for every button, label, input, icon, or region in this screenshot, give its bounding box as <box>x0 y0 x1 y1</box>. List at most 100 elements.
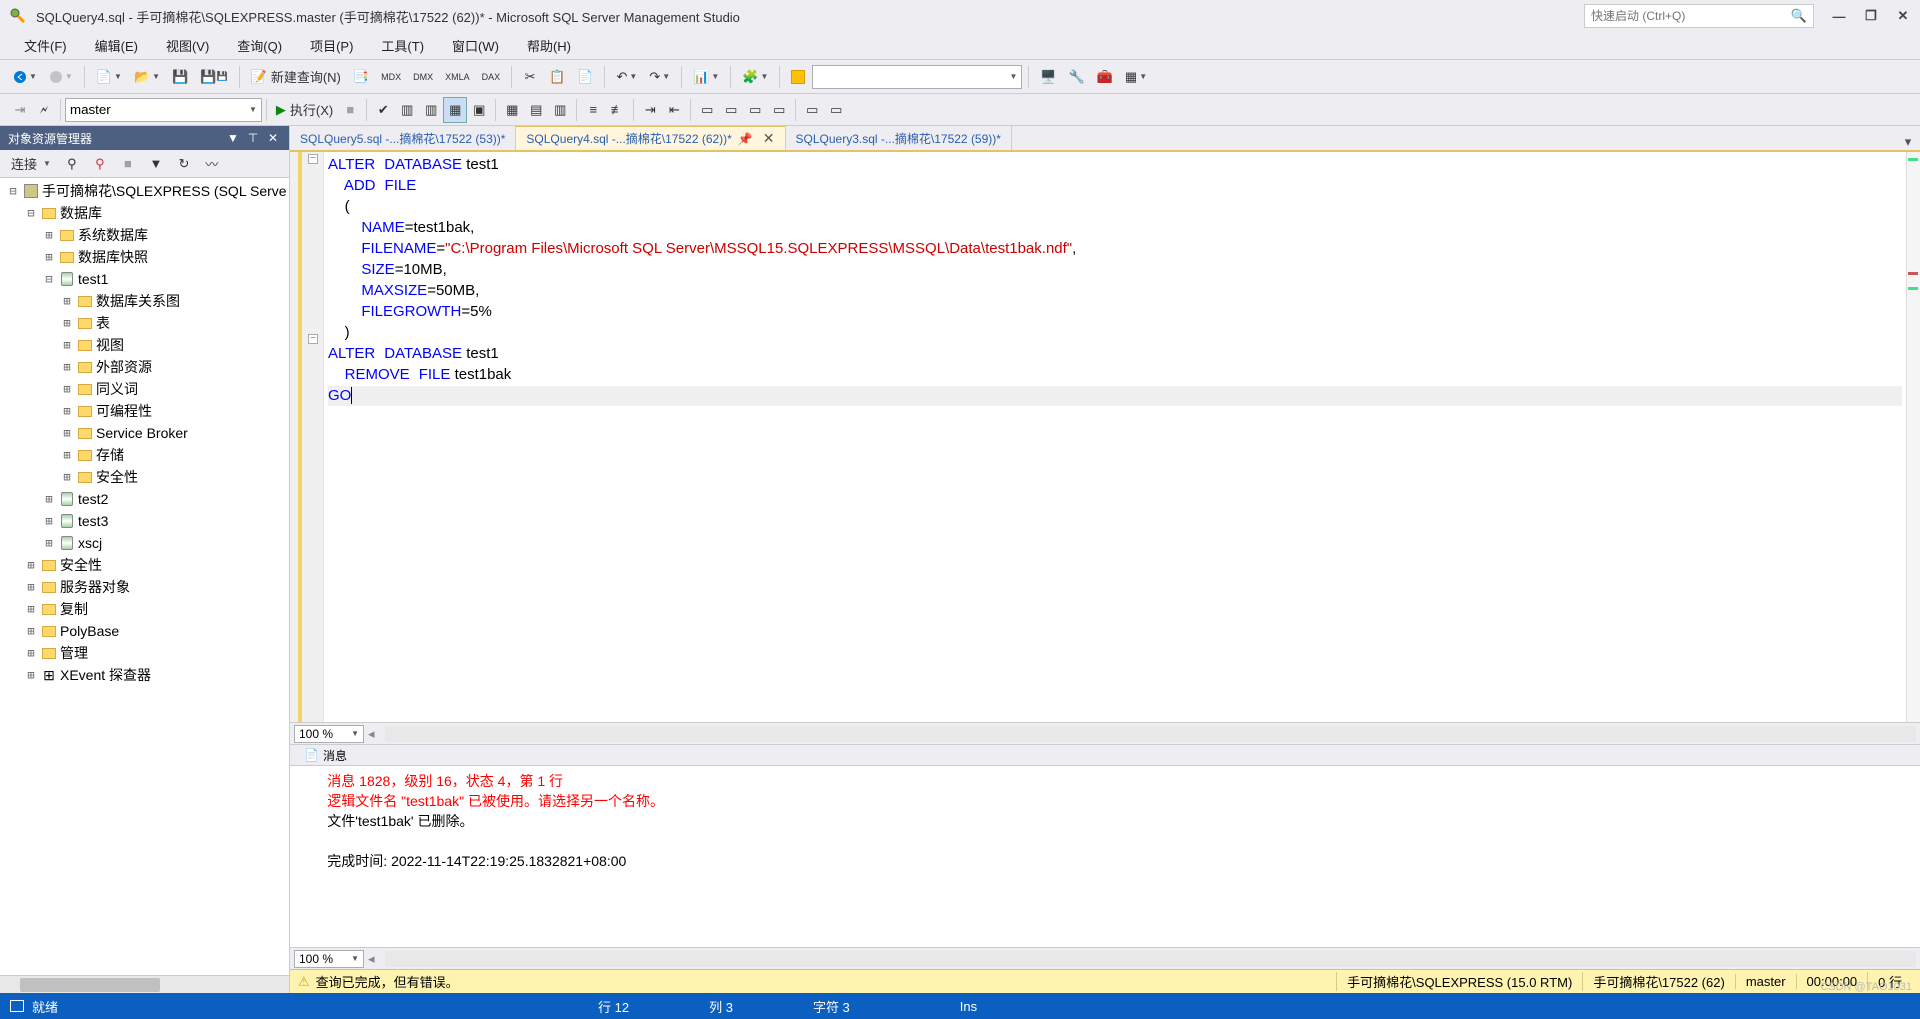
dmx-icon[interactable]: DMX <box>408 64 438 90</box>
plan2-button[interactable]: ▥ <box>419 97 443 123</box>
check-button[interactable]: ✔ <box>371 97 395 123</box>
close-button[interactable]: ✕ <box>1894 7 1912 25</box>
refresh-icon[interactable]: ↻ <box>172 151 196 177</box>
expand-icon[interactable]: ⊞ <box>42 514 56 528</box>
tree-node[interactable]: ⊞⊞XEvent 探查器 <box>0 664 289 686</box>
plan1-button[interactable]: ▥ <box>395 97 419 123</box>
code-editor[interactable]: − − ALTER DATABASE test1 ADD FILE ( NAME… <box>290 152 1920 722</box>
result-text-button[interactable]: ▤ <box>524 97 548 123</box>
props-button[interactable]: 📊▼ <box>688 64 724 90</box>
expand-icon[interactable]: ⊞ <box>42 492 56 506</box>
expand-icon[interactable]: ⊞ <box>60 316 74 330</box>
tbx2-button[interactable]: ▭ <box>719 97 743 123</box>
tbx6-button[interactable]: ▭ <box>824 97 848 123</box>
tbx4-button[interactable]: ▭ <box>767 97 791 123</box>
tree-node[interactable]: ⊟test1 <box>0 268 289 290</box>
tree-node[interactable]: ⊞视图 <box>0 334 289 356</box>
tree-node[interactable]: ⊞test3 <box>0 510 289 532</box>
tabs-overflow-icon[interactable]: ▾ <box>1896 134 1920 150</box>
editor-hscroll[interactable] <box>385 726 1916 742</box>
overview-ruler[interactable] <box>1906 152 1920 722</box>
new-button[interactable]: 📄▼ <box>91 64 127 90</box>
expand-icon[interactable]: ⊟ <box>6 184 20 198</box>
conn-icon3[interactable]: ■ <box>116 151 140 177</box>
filter-icon[interactable]: ▼ <box>144 151 168 177</box>
tab-close-icon[interactable]: ✕ <box>763 130 775 147</box>
quick-launch-input[interactable] <box>1591 9 1791 23</box>
monitor-button[interactable]: 🖥️ <box>1035 64 1061 90</box>
stop-button[interactable]: ■ <box>338 97 362 123</box>
target-button[interactable] <box>786 64 810 90</box>
tree-node[interactable]: ⊞复制 <box>0 598 289 620</box>
execute-button[interactable]: ▶ 执行(X) <box>271 97 338 123</box>
expand-icon[interactable]: ⊞ <box>60 448 74 462</box>
expand-icon[interactable]: ⊞ <box>60 294 74 308</box>
tree-node[interactable]: ⊞外部资源 <box>0 356 289 378</box>
menu-tools[interactable]: 工具(T) <box>369 33 436 58</box>
tree-node[interactable]: ⊞可编程性 <box>0 400 289 422</box>
result-grid-button[interactable]: ▦ <box>500 97 524 123</box>
tree-node[interactable]: ⊞表 <box>0 312 289 334</box>
tree-node[interactable]: ⊞数据库关系图 <box>0 290 289 312</box>
expand-icon[interactable]: ⊟ <box>24 206 38 220</box>
expand-icon[interactable]: ⊞ <box>24 668 38 682</box>
tree-node[interactable]: ⊞数据库快照 <box>0 246 289 268</box>
open-button[interactable]: 📂▼ <box>129 64 165 90</box>
sql-icon[interactable]: 🗲 <box>32 97 56 123</box>
tbx1-button[interactable]: ▭ <box>695 97 719 123</box>
dax-icon[interactable]: DAX <box>477 64 506 90</box>
comment-button[interactable]: ≡ <box>581 97 605 123</box>
save-all-button[interactable]: 💾💾 <box>195 64 232 90</box>
target-combo[interactable]: ▼ <box>812 65 1022 89</box>
tree-node[interactable]: ⊞安全性 <box>0 554 289 576</box>
expand-icon[interactable]: ⊟ <box>42 272 56 286</box>
zoom-combo[interactable]: 100 %▼ <box>294 725 364 743</box>
tree-node[interactable]: ⊞xscj <box>0 532 289 554</box>
menu-file[interactable]: 文件(F) <box>12 33 79 58</box>
cut-button[interactable]: ✂ <box>518 64 542 90</box>
expand-icon[interactable]: ⊞ <box>42 536 56 550</box>
messages-tab[interactable]: 📄 消息 <box>294 745 357 766</box>
redo-button[interactable]: ↷▼ <box>644 64 675 90</box>
paste-button[interactable]: 📄 <box>572 64 598 90</box>
conn-icon2[interactable]: ⚲ <box>88 151 112 177</box>
panel-pin-icon[interactable]: ⊤ <box>245 131 261 145</box>
layout-button[interactable]: ▦▼ <box>1120 64 1152 90</box>
expand-icon[interactable]: ⊞ <box>60 338 74 352</box>
tree-node[interactable]: ⊞管理 <box>0 642 289 664</box>
menu-window[interactable]: 窗口(W) <box>440 33 511 58</box>
expand-icon[interactable]: ⊞ <box>60 404 74 418</box>
nav-fwd-button[interactable]: ▼ <box>44 64 78 90</box>
menu-edit[interactable]: 编辑(E) <box>83 33 150 58</box>
tree-node[interactable]: ⊞系统数据库 <box>0 224 289 246</box>
ext-button[interactable]: 🧩▼ <box>737 64 773 90</box>
pulse-icon[interactable]: 〰 <box>200 151 224 177</box>
explorer-tree[interactable]: ⊟手可摘棉花\SQLEXPRESS (SQL Serve⊟数据库⊞系统数据库⊞数… <box>0 178 289 975</box>
tbx3-button[interactable]: ▭ <box>743 97 767 123</box>
undo-button[interactable]: ↶▼ <box>611 64 642 90</box>
expand-icon[interactable]: ⊞ <box>60 470 74 484</box>
save-button[interactable]: 💾 <box>167 64 193 90</box>
tree-node[interactable]: ⊞安全性 <box>0 466 289 488</box>
copy-button[interactable]: 📋 <box>544 64 570 90</box>
menu-query[interactable]: 查询(Q) <box>225 33 294 58</box>
tree-node[interactable]: ⊞服务器对象 <box>0 576 289 598</box>
tab-query5[interactable]: SQLQuery5.sql -...摘棉花\17522 (53))* <box>290 126 516 150</box>
messages-body[interactable]: 消息 1828，级别 16，状态 4，第 1 行 逻辑文件名 "test1bak… <box>290 766 1920 947</box>
indent-inc-button[interactable]: ⇥ <box>638 97 662 123</box>
expand-icon[interactable]: ⊞ <box>24 602 38 616</box>
conn-icon1[interactable]: ⚲ <box>60 151 84 177</box>
tree-node[interactable]: ⊞Service Broker <box>0 422 289 444</box>
expand-icon[interactable]: ⊞ <box>42 250 56 264</box>
menu-view[interactable]: 视图(V) <box>154 33 221 58</box>
expand-icon[interactable]: ⊞ <box>24 580 38 594</box>
tree-node[interactable]: ⊟手可摘棉花\SQLEXPRESS (SQL Serve <box>0 180 289 202</box>
xmla-icon[interactable]: XMLA <box>440 64 475 90</box>
tree-node[interactable]: ⊞test2 <box>0 488 289 510</box>
expand-icon[interactable]: ⊞ <box>24 646 38 660</box>
plan4-button[interactable]: ▣ <box>467 97 491 123</box>
mdx-icon[interactable]: MDX <box>376 64 406 90</box>
menu-project[interactable]: 项目(P) <box>298 33 365 58</box>
tbx5-button[interactable]: ▭ <box>800 97 824 123</box>
tab-query4[interactable]: SQLQuery4.sql -...摘棉花\17522 (62))*📌✕ <box>516 126 785 150</box>
